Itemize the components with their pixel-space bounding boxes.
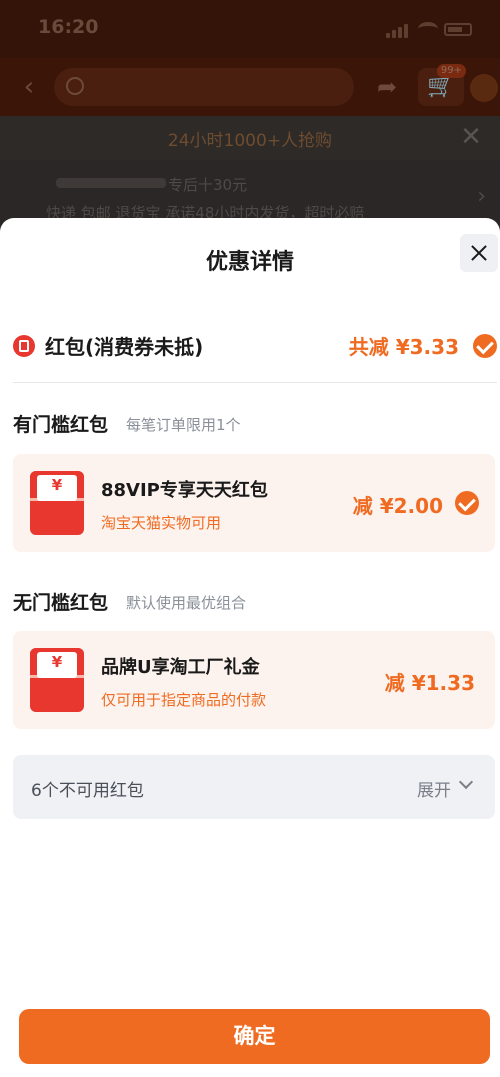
signal-icon bbox=[386, 24, 410, 38]
status-bar: 16:20 bbox=[0, 0, 500, 58]
no-threshold-section-header: 无门槛红包 默认使用最优组合 bbox=[13, 588, 483, 618]
battery-icon bbox=[444, 23, 472, 36]
summary-label: 红包(消费券未抵) bbox=[45, 335, 204, 359]
coupon-card-88vip[interactable]: ¥ 88VIP专享天天红包 淘宝天猫实物可用 减 ¥2.00 bbox=[13, 454, 495, 552]
section-title: 有门槛红包 bbox=[13, 414, 109, 436]
red-envelope-icon: ¥ bbox=[30, 471, 84, 535]
product-top-bar: ‹ ➦ 🛒 99+ bbox=[0, 58, 500, 116]
cart-icon[interactable]: 🛒 99+ bbox=[418, 64, 466, 106]
close-icon[interactable] bbox=[460, 234, 498, 272]
promo-close-icon[interactable]: ✕ bbox=[454, 120, 488, 154]
cart-badge: 99+ bbox=[436, 64, 466, 78]
confirm-button[interactable]: 确定 bbox=[19, 1009, 490, 1064]
coupon-details-screen: 16:20 ‹ ➦ 🛒 99+ 24小时1000+人抢购 ✕ 专后十30元 快递… bbox=[0, 0, 500, 1077]
coupon-name: 品牌U享淘工厂礼金 bbox=[101, 657, 260, 678]
shipping-info-text: 专后十30元 bbox=[168, 176, 248, 194]
coupon-name: 88VIP专享天天红包 bbox=[101, 480, 268, 501]
share-icon[interactable]: ➦ bbox=[370, 72, 404, 102]
search-bar[interactable] bbox=[54, 68, 354, 106]
threshold-section-header: 有门槛红包 每笔订单限用1个 bbox=[13, 410, 483, 440]
search-icon bbox=[66, 77, 84, 95]
expand-label: 展开 bbox=[417, 781, 451, 801]
chevron-down-icon bbox=[458, 774, 474, 790]
coupon-amount: 减 ¥1.33 bbox=[384, 671, 475, 695]
shipping-info-line1: 专后十30元 bbox=[20, 174, 250, 194]
unavailable-label: 6个不可用红包 bbox=[31, 781, 144, 801]
red-envelope-icon: ¥ bbox=[30, 648, 84, 712]
sheet-title: 优惠详情 bbox=[205, 250, 294, 275]
blurred-text bbox=[56, 178, 166, 188]
back-arrow-icon[interactable]: ‹ bbox=[14, 72, 44, 102]
coupon-note: 淘宝天猫实物可用 bbox=[101, 514, 222, 532]
promo-strip: 24小时1000+人抢购 ✕ bbox=[0, 116, 500, 160]
chevron-right-icon: › bbox=[477, 184, 486, 209]
status-time: 16:20 bbox=[38, 16, 99, 38]
wifi-icon bbox=[418, 22, 438, 36]
section-subtitle: 每笔订单限用1个 bbox=[126, 416, 241, 434]
background-app: 16:20 ‹ ➦ 🛒 99+ 24小时1000+人抢购 ✕ 专后十30元 快递… bbox=[0, 0, 500, 240]
red-packet-summary[interactable]: 红包(消费券未抵) 共减 ¥3.33 bbox=[13, 328, 497, 364]
check-icon[interactable] bbox=[473, 334, 497, 358]
red-packet-icon bbox=[13, 335, 35, 357]
coupon-card-brand-gift[interactable]: ¥ 品牌U享淘工厂礼金 仅可用于指定商品的付款 减 ¥1.33 bbox=[13, 631, 495, 729]
divider bbox=[13, 382, 497, 383]
section-subtitle: 默认使用最优组合 bbox=[126, 594, 247, 612]
summary-amount: 共减 ¥3.33 bbox=[348, 335, 459, 359]
promo-text: 24小时1000+人抢购 bbox=[167, 131, 333, 151]
coupon-sheet: 优惠详情 红包(消费券未抵) 共减 ¥3.33 有门槛红包 每笔订单限用1个 ¥… bbox=[0, 218, 500, 1077]
section-title: 无门槛红包 bbox=[13, 592, 109, 614]
check-icon[interactable] bbox=[455, 491, 479, 515]
status-icons bbox=[386, 20, 476, 38]
expand-button[interactable]: 展开 bbox=[387, 774, 477, 801]
coupon-amount: 减 ¥2.00 bbox=[352, 494, 443, 518]
unavailable-coupons-row[interactable]: 6个不可用红包 展开 bbox=[13, 755, 495, 819]
more-icon[interactable] bbox=[470, 74, 498, 102]
coupon-note: 仅可用于指定商品的付款 bbox=[101, 691, 267, 709]
